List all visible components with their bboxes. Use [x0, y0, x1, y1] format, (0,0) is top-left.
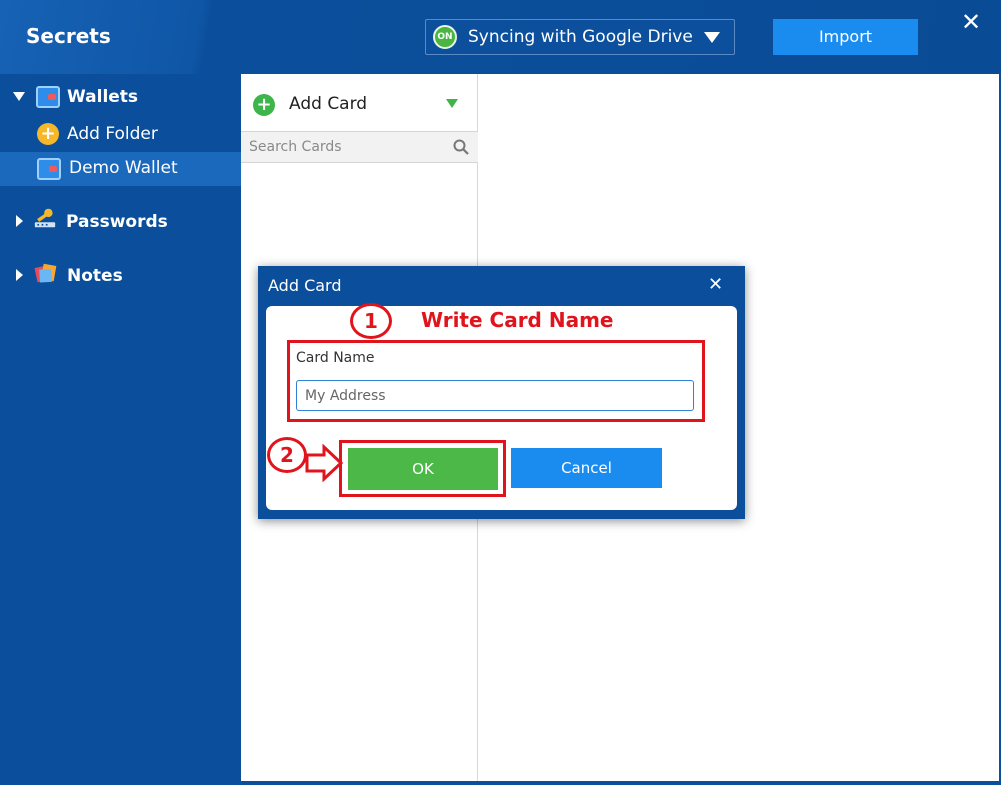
key-icon — [34, 208, 56, 228]
close-icon[interactable]: ✕ — [961, 8, 981, 36]
card-name-label: Card Name — [296, 350, 375, 366]
sync-dropdown[interactable]: ON Syncing with Google Drive — [425, 19, 735, 55]
sidebar-item-label: Add Folder — [67, 124, 158, 144]
step-2-marker: 2 — [267, 437, 307, 473]
arrow-right-icon — [305, 444, 344, 482]
expanded-triangle-icon[interactable] — [13, 92, 25, 101]
sidebar-item-label: Wallets — [67, 87, 139, 107]
search-input[interactable] — [241, 132, 446, 162]
app-title: Secrets — [26, 24, 111, 48]
sidebar-item-add-folder[interactable]: + Add Folder — [0, 117, 241, 151]
wallet-icon — [36, 86, 60, 108]
add-card-row[interactable]: + Add Card — [241, 74, 478, 131]
title-bar: Secrets ON Syncing with Google Drive Imp… — [0, 0, 1001, 74]
search-icon[interactable] — [453, 139, 469, 155]
step-1-marker: 1 — [350, 303, 392, 339]
notes-icon — [34, 263, 57, 283]
sidebar-item-label: Notes — [67, 266, 123, 286]
sidebar-item-wallets[interactable]: Wallets — [0, 80, 241, 114]
search-bar — [241, 131, 478, 163]
import-button[interactable]: Import — [773, 19, 918, 55]
sidebar-item-notes[interactable]: Notes — [0, 258, 241, 292]
sidebar-item-label: Passwords — [66, 212, 168, 232]
collapsed-triangle-icon[interactable] — [16, 269, 23, 281]
sidebar-item-demo-wallet[interactable]: Demo Wallet — [0, 152, 241, 186]
chevron-down-icon[interactable] — [446, 99, 458, 108]
wallet-icon — [37, 158, 61, 180]
card-name-input[interactable] — [296, 380, 694, 411]
ok-button[interactable]: OK — [348, 448, 498, 490]
cancel-button[interactable]: Cancel — [511, 448, 662, 488]
close-icon[interactable]: ✕ — [708, 274, 723, 295]
window-border — [241, 781, 1001, 785]
sidebar: Wallets + Add Folder Demo Wallet Passwor… — [0, 74, 241, 785]
sidebar-item-label: Demo Wallet — [69, 158, 178, 178]
add-folder-icon: + — [37, 123, 59, 145]
plus-icon[interactable]: + — [253, 94, 275, 116]
sidebar-item-passwords[interactable]: Passwords — [0, 204, 241, 238]
step-1-annotation: Write Card Name — [421, 308, 614, 332]
collapsed-triangle-icon[interactable] — [16, 215, 23, 227]
sync-label: Syncing with Google Drive — [468, 27, 693, 47]
sync-on-badge: ON — [433, 25, 457, 49]
dialog-title: Add Card — [268, 276, 342, 295]
chevron-down-icon — [704, 32, 720, 43]
add-card-label[interactable]: Add Card — [289, 94, 367, 114]
